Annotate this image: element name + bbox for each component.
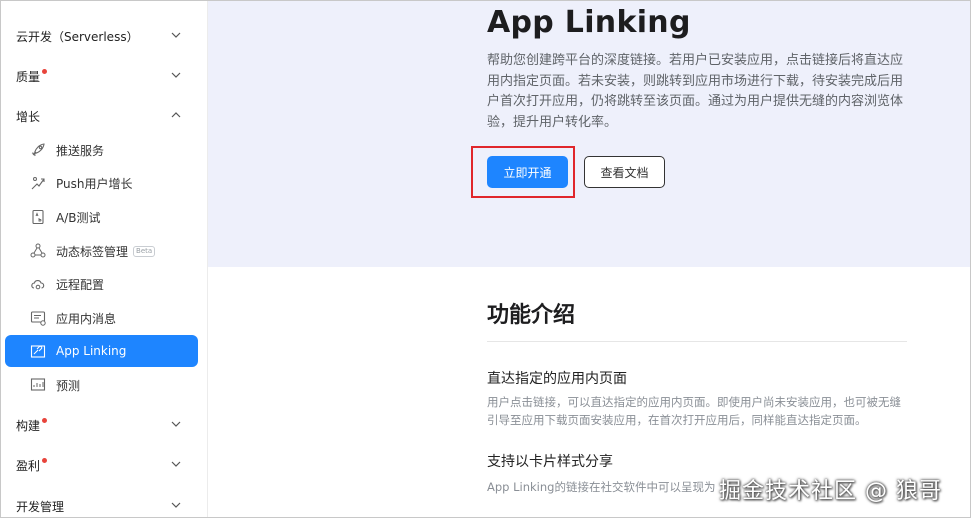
page-title: App Linking (487, 5, 691, 40)
tag-network-icon (29, 242, 47, 260)
sidebar-group-quality[interactable]: 质量 (1, 56, 208, 96)
chevron-down-icon (171, 72, 181, 78)
feature-description: 用户点击链接，可以直达指定的应用内页面。即使用户尚未安装应用，也可被无缝引导至应… (487, 395, 901, 427)
cloud-config-icon (29, 275, 47, 293)
sidebar-item-push-growth[interactable]: Push用户增长 (5, 167, 198, 199)
hero-banner (208, 1, 970, 267)
sidebar-group-build[interactable]: 构建 (1, 405, 208, 445)
sidebar-item-app-linking[interactable]: App Linking (5, 335, 198, 367)
sidebar-group-monetize[interactable]: 盈利 (1, 445, 208, 485)
sidebar-group-label: 构建 (16, 418, 41, 433)
sidebar-group-label: 开发管理 (16, 499, 65, 514)
link-icon (29, 342, 47, 360)
hero-description: 帮助您创建跨平台的深度链接。若用户已安装应用，点击链接后将直达应用内指定页面。若… (487, 53, 904, 130)
sidebar-item-label: 远程配置 (56, 277, 105, 292)
view-docs-button[interactable]: 查看文档 (584, 156, 665, 188)
sidebar-group-label: 盈利 (16, 458, 41, 473)
sidebar-item-label: App Linking (56, 344, 127, 358)
sidebar-item-label: 预测 (56, 378, 81, 393)
sidebar-group-dev-management[interactable]: 开发管理 (1, 486, 208, 517)
sidebar-item-ab-test[interactable]: A/B测试 (5, 201, 198, 233)
sidebar-item-push[interactable]: 推送服务 (5, 134, 198, 166)
chart-icon (29, 376, 47, 394)
section-title: 功能介绍 (487, 303, 576, 328)
chevron-down-icon (171, 461, 181, 467)
feature-title: 直达指定的应用内页面 (487, 371, 627, 387)
growth-icon (29, 174, 47, 192)
sidebar-group-label: 质量 (16, 69, 41, 84)
chevron-down-icon (171, 502, 181, 508)
divider (487, 341, 907, 342)
chevron-down-icon (171, 32, 181, 38)
sidebar-group-serverless[interactable]: 云开发（Serverless） (1, 16, 208, 56)
beta-badge: Beta (133, 245, 156, 257)
highlight-box (471, 146, 575, 198)
app-window: 云开发（Serverless） 质量 增长 推送服务 Push用户增长 A/B测… (0, 0, 971, 518)
sidebar-group-growth[interactable]: 增长 (1, 96, 208, 136)
notification-dot (42, 417, 48, 423)
sidebar-item-remote-config[interactable]: 远程配置 (5, 268, 198, 300)
sidebar-group-label: 云开发（Serverless） (16, 29, 139, 44)
sidebar: 云开发（Serverless） 质量 增长 推送服务 Push用户增长 A/B测… (1, 1, 208, 517)
sidebar-item-label: 应用内消息 (56, 311, 117, 326)
sidebar-item-label: 推送服务 (56, 143, 105, 158)
notification-dot (42, 457, 48, 463)
sidebar-item-in-app-message[interactable]: 应用内消息 (5, 302, 198, 334)
sidebar-item-label: 动态标签管理 (56, 244, 129, 259)
message-icon (29, 309, 47, 327)
ab-test-icon (29, 208, 47, 226)
feature-title: 支持以卡片样式分享 (487, 454, 613, 470)
notification-dot (42, 68, 48, 74)
sidebar-group-label: 增长 (16, 109, 41, 124)
sidebar-item-dynamic-tags[interactable]: 动态标签管理 Beta (5, 235, 198, 267)
watermark: 掘金技术社区 @ 狼哥 (719, 479, 942, 504)
rocket-icon (29, 141, 47, 159)
chevron-down-icon (171, 421, 181, 427)
sidebar-item-label: A/B测试 (56, 210, 101, 225)
sidebar-item-prediction[interactable]: 预测 (5, 369, 198, 401)
sidebar-item-label: Push用户增长 (56, 176, 133, 191)
chevron-up-icon (171, 112, 181, 118)
